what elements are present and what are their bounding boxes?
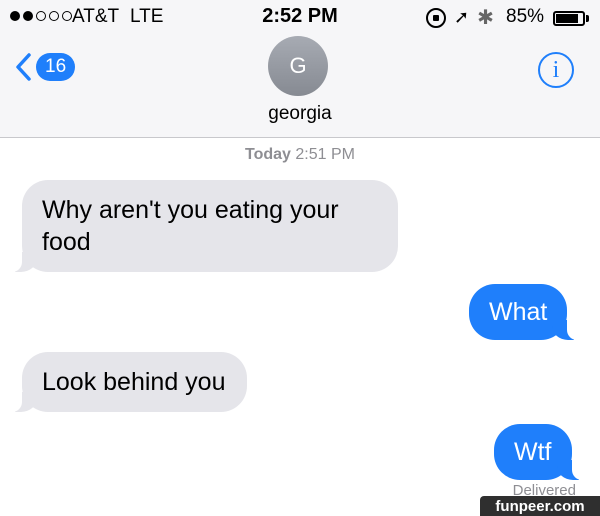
incoming-message-bubble[interactable]: Why aren't you eating your food <box>12 180 398 272</box>
timestamp-day: Today <box>245 146 291 163</box>
outgoing-message-bubble[interactable]: What <box>469 284 578 340</box>
bluetooth-icon: ✱ <box>477 7 494 29</box>
back-button[interactable]: 16 <box>14 52 76 82</box>
incoming-message-bubble[interactable]: Look behind you <box>11 352 248 412</box>
status-icons: ➚ ✱ <box>426 5 494 30</box>
battery-tip <box>586 15 589 22</box>
status-bar: AT&T LTE 2:52 PM ➚ ✱ 85% <box>0 0 600 34</box>
message-timestamp: Today 2:51 PM <box>0 146 600 164</box>
info-button[interactable]: i <box>538 52 574 88</box>
battery-icon <box>553 11 585 26</box>
outgoing-message-bubble[interactable]: Wtf <box>494 424 581 480</box>
contact-name[interactable]: georgia <box>0 103 600 125</box>
conversation-header: AT&T LTE 2:52 PM ➚ ✱ 85% 16 G georgia i <box>0 0 600 138</box>
timestamp-time: 2:51 PM <box>295 146 355 163</box>
watermark: funpeer.com <box>480 496 600 516</box>
location-arrow-icon: ➚ <box>454 7 470 27</box>
chevron-left-icon <box>16 53 31 81</box>
battery-level-fill <box>556 14 578 23</box>
orientation-lock-icon <box>426 7 446 28</box>
battery-percent: 85% <box>506 6 545 27</box>
contact-avatar[interactable]: G <box>268 36 328 96</box>
unread-count-badge: 16 <box>36 53 76 81</box>
